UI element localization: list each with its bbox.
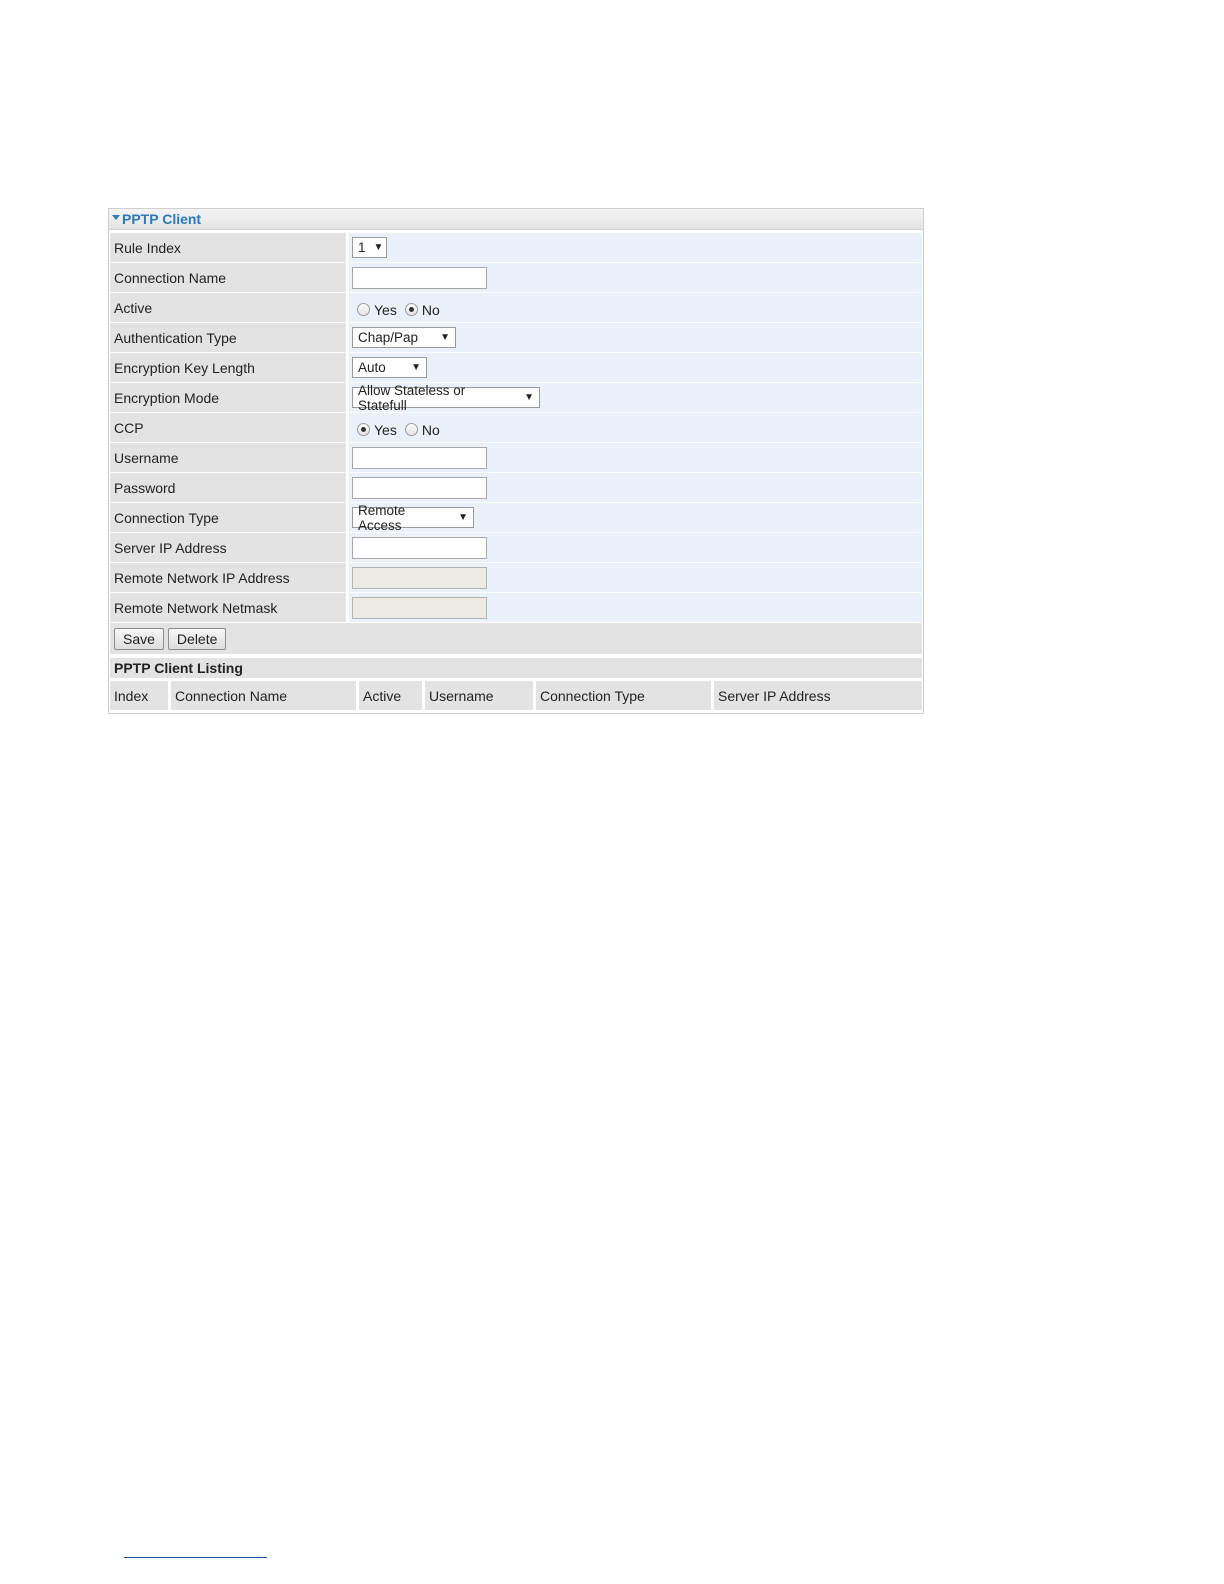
dropdown-arrow-icon: ▼	[440, 332, 450, 343]
password-label: Password	[110, 473, 346, 502]
active-yes-label: Yes	[374, 301, 397, 318]
server-ip-input[interactable]	[352, 536, 487, 559]
remote-network-ip-label: Remote Network IP Address	[110, 563, 346, 592]
dropdown-arrow-icon: ▼	[458, 512, 468, 523]
ccp-no-label: No	[421, 421, 440, 438]
panel-header[interactable]: PPTP Client	[109, 209, 923, 230]
ccp-no-radio[interactable]	[404, 423, 418, 436]
active-yes-radio[interactable]	[357, 303, 370, 316]
pptp-client-panel: PPTP Client Rule Index 1 ▼ Connection Na…	[108, 208, 924, 714]
column-header-connection-name: Connection Name	[171, 681, 356, 710]
connection-type-label: Connection Type	[110, 503, 346, 532]
column-header-index: Index	[110, 681, 168, 710]
row-username: Username	[110, 443, 922, 473]
connection-name-label: Connection Name	[110, 263, 346, 292]
active-label: Active	[110, 293, 346, 322]
row-active: Active Yes No	[110, 293, 922, 323]
row-remote-network-ip: Remote Network IP Address	[110, 563, 922, 593]
footnote-separator-line	[124, 1557, 267, 1558]
server-ip-label: Server IP Address	[110, 533, 346, 562]
encryption-key-length-label: Encryption Key Length	[110, 353, 346, 382]
encryption-mode-select[interactable]: Allow Stateless or Statefull ▼	[352, 383, 540, 413]
row-connection-type: Connection Type Remote Access ▼	[110, 503, 922, 533]
row-authentication-type: Authentication Type Chap/Pap ▼	[110, 323, 922, 353]
ccp-yes-label: Yes	[374, 421, 397, 438]
active-no-radio[interactable]	[404, 303, 418, 316]
connection-type-select[interactable]: Remote Access ▼	[352, 503, 474, 533]
row-rule-index: Rule Index 1 ▼	[110, 233, 922, 263]
dropdown-arrow-icon: ▼	[373, 242, 384, 253]
encryption-key-length-select[interactable]: Auto ▼	[352, 357, 427, 378]
button-bar: Save Delete	[110, 623, 922, 654]
remote-network-netmask-label: Remote Network Netmask	[110, 593, 346, 622]
column-header-active: Active	[359, 681, 422, 710]
column-header-connection-type: Connection Type	[536, 681, 711, 710]
collapse-triangle-icon[interactable]	[112, 214, 120, 220]
row-connection-name: Connection Name	[110, 263, 922, 293]
panel-title: PPTP Client	[122, 211, 202, 227]
delete-button[interactable]: Delete	[167, 627, 227, 650]
row-remote-network-netmask: Remote Network Netmask	[110, 593, 922, 623]
listing-table-header: Index Connection Name Active Username Co…	[110, 681, 922, 710]
dropdown-arrow-icon: ▼	[411, 362, 421, 373]
column-header-username: Username	[425, 681, 533, 710]
row-encryption-key-length: Encryption Key Length Auto ▼	[110, 353, 922, 383]
row-password: Password	[110, 473, 922, 503]
ccp-yes-radio[interactable]	[357, 423, 370, 436]
ccp-label: CCP	[110, 413, 346, 442]
remote-network-netmask-input	[352, 596, 487, 619]
active-no-label: No	[421, 301, 440, 318]
remote-network-ip-input	[352, 566, 487, 589]
username-input[interactable]	[352, 446, 487, 469]
row-ccp: CCP Yes No	[110, 413, 922, 443]
password-input[interactable]	[352, 476, 487, 499]
row-server-ip: Server IP Address	[110, 533, 922, 563]
row-encryption-mode: Encryption Mode Allow Stateless or State…	[110, 383, 922, 413]
encryption-mode-label: Encryption Mode	[110, 383, 346, 412]
column-header-server-ip-address: Server IP Address	[714, 681, 922, 710]
save-button[interactable]: Save	[114, 627, 164, 650]
rule-index-select[interactable]: 1 ▼	[352, 237, 387, 258]
authentication-type-label: Authentication Type	[110, 323, 346, 352]
connection-name-input[interactable]	[352, 266, 487, 289]
rule-index-label: Rule Index	[110, 233, 346, 262]
username-label: Username	[110, 443, 346, 472]
dropdown-arrow-icon: ▼	[524, 392, 534, 403]
listing-title: PPTP Client Listing	[110, 658, 922, 678]
authentication-type-select[interactable]: Chap/Pap ▼	[352, 327, 456, 348]
